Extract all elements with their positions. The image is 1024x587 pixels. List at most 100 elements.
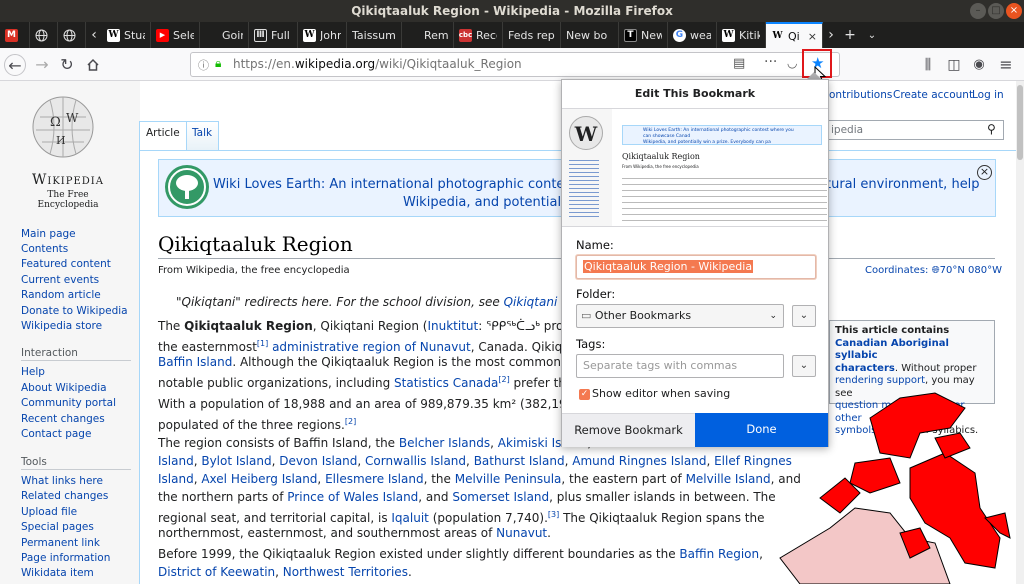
tags-input[interactable]: Separate tags with commas <box>576 354 784 378</box>
sidebar-link-recent-changes[interactable]: Recent changes <box>21 413 105 425</box>
article-link[interactable]: Northwest Territories <box>283 565 408 579</box>
tab-item[interactable]: Feds rep <box>503 22 561 48</box>
sidebar-link-special[interactable]: Special pages <box>21 521 94 533</box>
scroll-tabs-left-button[interactable]: ‹ <box>86 22 102 48</box>
article-link[interactable]: Cornwallis Island <box>365 454 466 468</box>
tab-active[interactable]: W Qi × <box>766 22 823 48</box>
menu-icon[interactable]: ≡ <box>995 54 1017 76</box>
forward-button[interactable]: → <box>31 54 53 76</box>
back-button[interactable]: ← <box>4 54 26 76</box>
close-window-button[interactable]: × <box>1006 3 1022 19</box>
tab-item[interactable]: W John <box>298 22 347 48</box>
article-link[interactable]: Iqaluit <box>391 511 429 525</box>
sidebar-link-about[interactable]: About Wikipedia <box>21 382 107 394</box>
tab-item[interactable]: Ⅲ Full t <box>249 22 298 48</box>
tab-item[interactable]: New bo <box>561 22 619 48</box>
sidebar-link-current-events[interactable]: Current events <box>21 274 99 286</box>
sidebar-link-help[interactable]: Help <box>21 366 45 378</box>
sidebar-link-what-links-here[interactable]: What links here <box>21 475 103 487</box>
tab-talk[interactable]: Talk <box>187 121 219 150</box>
new-tab-button[interactable]: + <box>839 22 861 48</box>
url-text[interactable]: https://en.wikipedia.org/wiki/Qikiqtaalu… <box>233 57 522 71</box>
ref-link[interactable]: [2] <box>345 417 356 426</box>
remove-bookmark-button[interactable]: Remove Bookmark <box>562 413 695 447</box>
expand-folder-tree-button[interactable]: ⌄ <box>792 305 816 327</box>
article-link[interactable]: Baffin Region <box>679 547 759 561</box>
close-banner-icon[interactable]: × <box>977 165 992 180</box>
scrollbar-thumb[interactable] <box>1017 85 1023 160</box>
ref-link[interactable]: [3] <box>548 510 559 519</box>
article-link[interactable]: Island <box>158 472 194 486</box>
sidebar-link-related-changes[interactable]: Related changes <box>21 490 108 502</box>
admin-region-link[interactable]: administrative region of Nunavut <box>272 340 471 354</box>
tab-item[interactable]: ▶ Selec <box>151 22 200 48</box>
wikipedia-globe-logo[interactable]: Ω W И <box>28 92 98 162</box>
article-link[interactable]: Amund Ringnes Island <box>572 454 706 468</box>
article-link[interactable]: Melville Island <box>686 472 771 486</box>
search-icon[interactable]: ⚲ <box>987 122 996 136</box>
expand-tags-button[interactable]: ⌄ <box>792 355 816 377</box>
banner-text-1[interactable]: Wiki Loves Earth: An international photo… <box>213 177 591 192</box>
lock-icon[interactable]: 🔒︎ <box>215 56 221 71</box>
article-link[interactable]: Somerset Island <box>452 490 549 504</box>
sidebar-link-wikidata[interactable]: Wikidata item <box>21 567 94 579</box>
sidebar-link-upload[interactable]: Upload file <box>21 506 77 518</box>
baffin-island-link[interactable]: Baffin Island <box>158 355 232 369</box>
pocket-icon[interactable]: ◡ <box>787 56 797 70</box>
ref-link[interactable]: [1] <box>257 339 268 348</box>
article-link[interactable]: Axel Heiberg Island <box>201 472 317 486</box>
maximize-button[interactable]: □ <box>988 3 1004 19</box>
info-icon[interactable]: ⓘ <box>198 57 209 73</box>
article-link[interactable]: Belcher Islands <box>399 436 490 450</box>
tab-item[interactable]: Gweat <box>668 22 717 48</box>
library-icon[interactable]: ⫼ <box>917 54 939 76</box>
url-bar[interactable]: ⓘ 🔒︎ https://en.wikipedia.org/wiki/Qikiq… <box>190 52 840 77</box>
article-link[interactable]: Devon Island <box>279 454 357 468</box>
banner-text-1b[interactable]: tural environment, help <box>826 177 980 192</box>
tab-item[interactable]: W Stuar <box>102 22 151 48</box>
rendering-support-link[interactable]: rendering support <box>835 375 925 386</box>
article-link[interactable]: Bylot Island <box>201 454 271 468</box>
coordinates-value[interactable]: 70°N 080°W <box>940 265 1002 276</box>
tab-globe-2[interactable] <box>58 22 86 48</box>
close-tab-icon[interactable]: × <box>808 30 817 43</box>
article-link[interactable]: Island <box>158 454 194 468</box>
list-all-tabs-button[interactable]: ⌄ <box>861 22 883 48</box>
article-link[interactable]: District of Keewatin <box>158 565 275 579</box>
reader-view-icon[interactable]: ▤ <box>733 56 745 71</box>
article-link[interactable]: Melville Peninsula <box>455 472 562 486</box>
sidebar-link-contact[interactable]: Contact page <box>21 428 91 440</box>
article-link[interactable]: Ellesmere Island <box>325 472 424 486</box>
tab-item[interactable]: Rememl <box>402 22 454 48</box>
ref-link[interactable]: [2] <box>498 375 509 384</box>
tab-item[interactable]: cbc Reco <box>454 22 503 48</box>
tab-item[interactable]: Taissum <box>347 22 402 48</box>
article-link[interactable]: Prince of Wales Island <box>287 490 418 504</box>
sidebar-link-main-page[interactable]: Main page <box>21 228 76 240</box>
page-actions-icon[interactable]: ··· <box>764 54 777 70</box>
reload-button[interactable]: ↻ <box>56 54 78 76</box>
sidebar-link-random[interactable]: Random article <box>21 289 101 301</box>
characters-link[interactable]: characters <box>835 363 895 374</box>
folder-select[interactable]: ▭ Other Bookmarks ⌄ <box>576 304 784 328</box>
sidebar-link-community[interactable]: Community portal <box>21 397 116 409</box>
article-link[interactable]: Nunavut <box>496 526 547 540</box>
minimize-button[interactable]: – <box>970 3 986 19</box>
tab-item[interactable]: W Kitik <box>717 22 766 48</box>
tab-globe-1[interactable] <box>30 22 58 48</box>
banner-text-2[interactable]: Wikipedia, and potentially <box>403 195 572 210</box>
tab-article[interactable]: Article <box>139 121 187 151</box>
tab-gmail[interactable]: M <box>0 22 30 48</box>
tab-item[interactable]: Goin <box>200 22 249 48</box>
sidebar-link-contents[interactable]: Contents <box>21 243 68 255</box>
sidebar-link-featured[interactable]: Featured content <box>21 258 111 270</box>
sidebar-link-store[interactable]: Wikipedia store <box>21 320 102 332</box>
coordinates[interactable]: Coordinates: 🌐︎70°N 080°W <box>865 265 1002 276</box>
tab-item[interactable]: T New <box>619 22 668 48</box>
home-button[interactable] <box>82 54 104 76</box>
statistics-canada-link[interactable]: Statistics Canada <box>394 376 498 390</box>
contributions-link[interactable]: ontributions <box>829 89 892 101</box>
syllabic-link[interactable]: Canadian Aboriginal syllabic <box>835 338 949 362</box>
create-account-link[interactable]: Create account <box>893 89 973 101</box>
inuktitut-link[interactable]: Inuktitut <box>427 319 478 333</box>
